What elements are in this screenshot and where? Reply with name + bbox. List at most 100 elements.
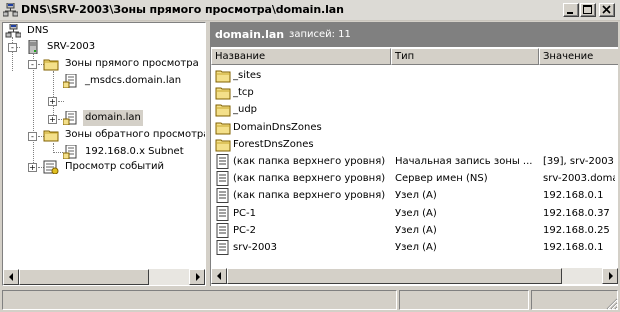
zone-icon bbox=[63, 145, 77, 159]
cell-type: Узел (A) bbox=[395, 207, 437, 219]
table-row[interactable]: _tcp bbox=[211, 84, 607, 101]
record-icon bbox=[216, 154, 229, 169]
table-row[interactable]: DomainDnsZones bbox=[211, 119, 607, 136]
cell-value: srv-2003.doma bbox=[543, 173, 615, 185]
tree-connector bbox=[53, 152, 63, 153]
close-icon bbox=[602, 5, 611, 14]
details-horizontal-scrollbar[interactable] bbox=[211, 268, 618, 284]
folder-icon bbox=[215, 122, 231, 135]
cell-name: srv-2003 bbox=[233, 242, 278, 253]
table-row[interactable]: (как папка верхнего уровня) Начальная зап… bbox=[211, 153, 614, 170]
tree-connector bbox=[58, 101, 64, 102]
folder-icon bbox=[215, 139, 231, 152]
cell-name: (как папка верхнего уровня) bbox=[233, 190, 386, 202]
status-panel bbox=[2, 290, 397, 310]
column-header-value[interactable]: Значение bbox=[539, 48, 618, 65]
console-tree[interactable]: DNS - SRV-2003 - Зоны прямого просмотра … bbox=[2, 22, 206, 286]
scroll-right-button[interactable] bbox=[189, 269, 205, 285]
maximize-icon bbox=[583, 5, 592, 14]
record-icon bbox=[216, 222, 229, 238]
zone-icon bbox=[63, 111, 77, 125]
scroll-thumb[interactable] bbox=[227, 268, 562, 284]
tree-item-label: 192.168.0.x Subnet bbox=[85, 146, 184, 157]
cell-type: Сервер имен (NS) bbox=[395, 173, 488, 185]
window-title: DNS\SRV-2003\Зоны прямого просмотра\doma… bbox=[21, 3, 344, 16]
status-panel bbox=[399, 290, 529, 310]
status-panel bbox=[531, 290, 618, 310]
tree-item-label: DNS bbox=[27, 25, 49, 36]
cell-type: Узел (A) bbox=[395, 242, 437, 253]
scroll-left-button[interactable] bbox=[211, 268, 227, 284]
expand-toggle[interactable]: + bbox=[48, 97, 57, 106]
folder-icon bbox=[215, 87, 231, 100]
minimize-button[interactable] bbox=[563, 3, 579, 17]
tree-item-label: Зоны обратного просмотра bbox=[65, 129, 206, 140]
table-row[interactable]: PC-2 Узел (A) 192.168.0.25 bbox=[211, 222, 610, 239]
title-bar[interactable]: DNS\SRV-2003\Зоны прямого просмотра\doma… bbox=[0, 0, 620, 21]
cell-name: ForestDnsZones bbox=[233, 138, 314, 150]
table-row[interactable]: _udp bbox=[211, 101, 607, 118]
cell-name: (как папка верхнего уровня) bbox=[233, 156, 386, 167]
expand-toggle[interactable]: + bbox=[28, 163, 37, 172]
arrow-left-icon bbox=[9, 273, 13, 281]
cell-value: 192.168.0.1 bbox=[543, 242, 604, 253]
tree-item-label: domain.lan bbox=[83, 110, 143, 126]
tree-connector bbox=[53, 71, 54, 119]
dns-app-icon bbox=[3, 3, 18, 17]
cell-type: Узел (A) bbox=[395, 190, 437, 202]
scroll-right-button[interactable] bbox=[602, 268, 618, 284]
collapse-toggle[interactable]: - bbox=[28, 60, 37, 69]
cell-name: PC-2 bbox=[233, 224, 256, 236]
expand-toggle[interactable]: + bbox=[48, 115, 57, 124]
cell-value: 192.168.0.1 bbox=[543, 190, 604, 202]
record-count: записей: 11 bbox=[289, 29, 351, 40]
record-icon bbox=[216, 205, 229, 221]
table-row[interactable]: srv-2003 Узел (A) 192.168.0.1 bbox=[211, 239, 607, 256]
cell-name: _udp bbox=[233, 104, 258, 116]
tree-item-label: SRV-2003 bbox=[47, 41, 96, 52]
arrow-left-icon bbox=[217, 272, 221, 280]
cell-type: Узел (A) bbox=[395, 224, 437, 236]
cell-value: [39], srv-2003 bbox=[543, 156, 614, 167]
server-icon bbox=[28, 40, 38, 54]
cell-name: (как папка верхнего уровня) bbox=[233, 173, 386, 185]
close-button[interactable] bbox=[599, 3, 615, 17]
cell-type: Начальная запись зоны ... bbox=[395, 156, 533, 167]
maximize-button[interactable] bbox=[580, 3, 596, 17]
cell-value: 192.168.0.25 bbox=[543, 224, 610, 236]
zone-title: domain.lan bbox=[215, 28, 285, 41]
scroll-left-button[interactable] bbox=[3, 269, 19, 285]
table-row[interactable]: PC-1 Узел (A) 192.168.0.37 bbox=[211, 205, 610, 222]
table-row[interactable]: ForestDnsZones bbox=[211, 136, 607, 153]
cell-name: _sites bbox=[233, 70, 262, 81]
tree-item-label: _msdcs.domain.lan bbox=[85, 75, 182, 86]
folder-icon bbox=[215, 70, 231, 83]
scroll-thumb[interactable] bbox=[19, 269, 149, 285]
collapse-toggle[interactable]: - bbox=[28, 132, 37, 141]
table-row[interactable]: _sites bbox=[211, 67, 607, 84]
folder-icon bbox=[43, 130, 59, 142]
column-header-type[interactable]: Тип bbox=[391, 48, 539, 65]
details-pane[interactable]: domain.lan записей: 11 Название Тип Знач… bbox=[210, 22, 618, 286]
tree-item-label: Зоны прямого просмотра bbox=[65, 58, 199, 69]
arrow-right-icon bbox=[196, 273, 200, 281]
table-row[interactable]: (как папка верхнего уровня) Сервер имен (… bbox=[211, 170, 615, 187]
record-icon bbox=[216, 188, 229, 204]
cell-value: 192.168.0.37 bbox=[543, 207, 610, 219]
tree-item-label: Просмотр событий bbox=[65, 161, 164, 172]
record-icon bbox=[216, 171, 229, 187]
table-row[interactable]: (как папка верхнего уровня) Узел (A) 192.1… bbox=[211, 187, 607, 204]
resize-grip-icon[interactable] bbox=[606, 298, 618, 310]
folder-icon bbox=[43, 59, 59, 71]
status-bar bbox=[0, 288, 620, 312]
tree-connector bbox=[33, 53, 34, 167]
tree-horizontal-scrollbar[interactable] bbox=[3, 269, 205, 285]
dns-console-icon bbox=[5, 24, 21, 38]
details-header: domain.lan записей: 11 bbox=[211, 23, 618, 47]
zone-icon bbox=[63, 74, 77, 88]
collapse-toggle[interactable]: - bbox=[8, 43, 17, 52]
arrow-right-icon bbox=[609, 272, 613, 280]
minimize-icon bbox=[567, 12, 573, 14]
column-header-name[interactable]: Название bbox=[211, 48, 391, 65]
cell-name: DomainDnsZones bbox=[233, 121, 322, 133]
